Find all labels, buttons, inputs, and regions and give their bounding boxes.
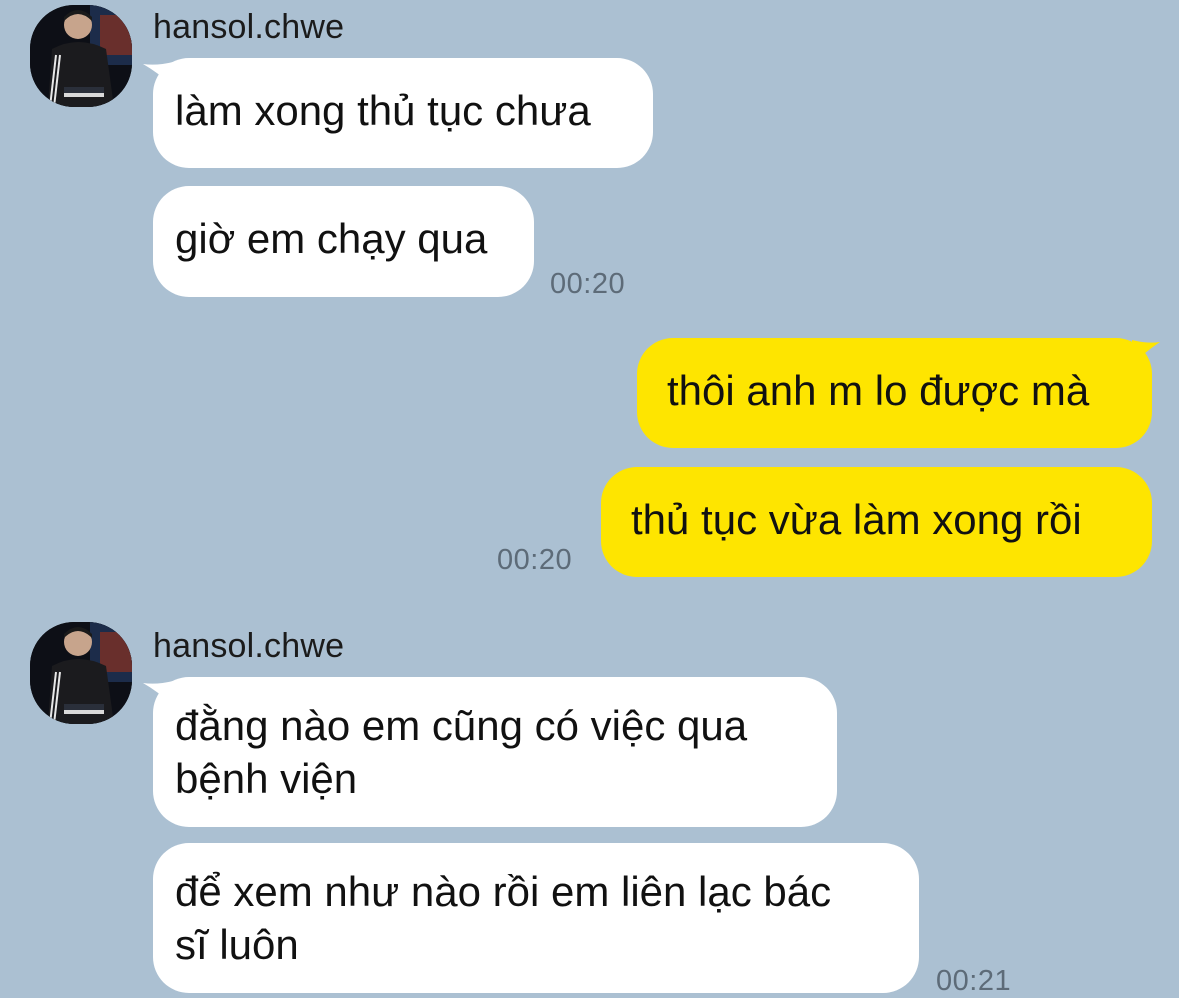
message-bubble-outgoing[interactable]: thôi anh m lo được mà [637, 338, 1152, 448]
sender-name: hansol.chwe [153, 8, 345, 46]
message-text-line: để xem như nào rồi em liên lạc bác [175, 868, 832, 915]
message-bubble-incoming[interactable]: giờ em chạy qua [153, 186, 534, 297]
message-bubble-incoming[interactable]: làm xong thủ tục chưa [153, 58, 653, 168]
message-timestamp: 00:21 [936, 965, 1012, 997]
avatar[interactable] [30, 5, 132, 107]
message-timestamp: 00:20 [550, 268, 626, 300]
message-text: thôi anh m lo được mà [667, 367, 1090, 414]
message-text-line: sĩ luôn [175, 921, 299, 968]
message-text: giờ em chạy qua [175, 215, 488, 262]
message-bubble-incoming[interactable]: để xem như nào rồi em liên lạc bác sĩ lu… [153, 843, 919, 993]
message-text-line: bệnh viện [175, 755, 358, 802]
profile-photo-icon [30, 5, 132, 107]
message-text: thủ tục vừa làm xong rồi [631, 496, 1082, 543]
message-text: làm xong thủ tục chưa [175, 87, 591, 134]
message-text-line: đằng nào em cũng có việc qua [175, 702, 748, 749]
message-timestamp: 00:20 [497, 544, 573, 576]
profile-photo-icon [30, 622, 132, 724]
sender-name: hansol.chwe [153, 627, 345, 665]
bubble-tail [1132, 340, 1160, 364]
message-bubble-incoming[interactable]: đằng nào em cũng có việc qua bệnh viện [153, 677, 837, 827]
message-bubble-outgoing[interactable]: thủ tục vừa làm xong rồi [601, 467, 1152, 577]
avatar[interactable] [30, 622, 132, 724]
